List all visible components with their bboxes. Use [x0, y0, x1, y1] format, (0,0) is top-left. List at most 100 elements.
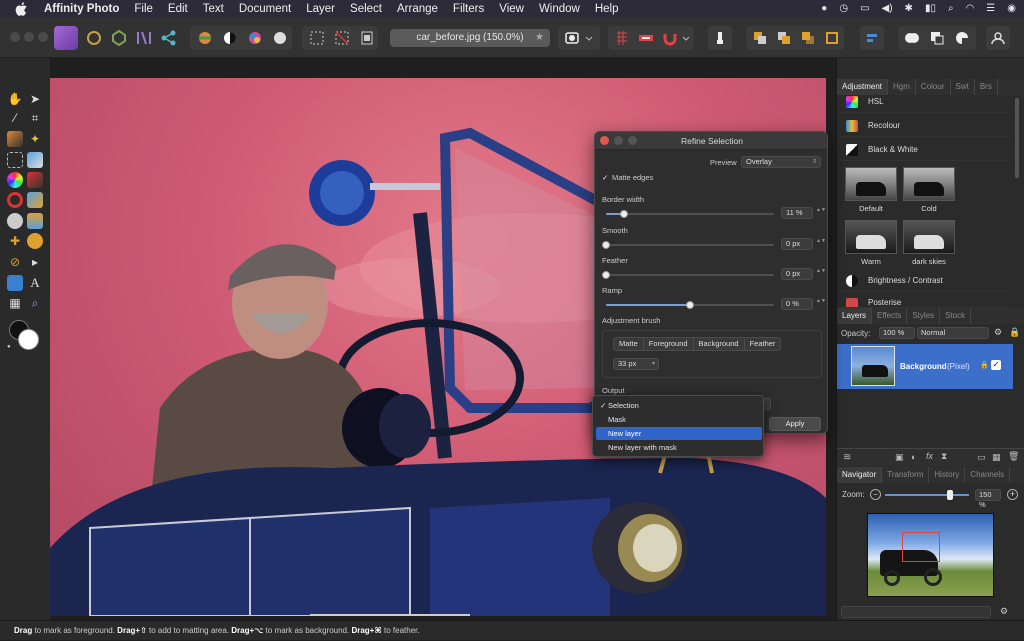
adjustment-brightness-contrast[interactable]: Brightness / Contrast [840, 270, 1010, 292]
preset-warm[interactable]: Warm [845, 220, 897, 266]
brush-mode-background[interactable]: Background [694, 338, 745, 350]
zoom-tool-icon[interactable]: ⌕ [27, 295, 43, 311]
move-to-back-icon[interactable] [748, 26, 772, 50]
slider-track[interactable] [602, 241, 774, 249]
slider-stepper-icon[interactable]: ▲▼ [816, 298, 826, 310]
add-icon[interactable] [900, 26, 924, 50]
preset-dark-skies[interactable]: dark skies [903, 220, 955, 266]
slider-knob[interactable] [602, 241, 610, 249]
auto-levels-icon[interactable] [193, 26, 217, 50]
volume-icon[interactable]: ◀) [882, 0, 893, 18]
marquee-tool-icon[interactable] [7, 152, 23, 168]
battery-icon[interactable]: ▮▯ [925, 0, 936, 18]
live-filter-icon[interactable]: ⧗ [941, 451, 947, 462]
navigator-gear-icon[interactable]: ⚙ [1000, 606, 1008, 617]
lock-icon[interactable]: 🔒 [1009, 327, 1020, 338]
trash-icon[interactable]: 🗑 [1008, 451, 1019, 462]
group-folder-icon[interactable]: ▭ [977, 452, 986, 463]
star-icon[interactable]: ★ [535, 29, 544, 47]
layer-settings-gear-icon[interactable]: ⚙ [994, 327, 1002, 338]
brush-mode-matte[interactable]: Matte [614, 338, 644, 350]
screen-icon[interactable]: ▭ [860, 0, 869, 18]
view-tool-icon[interactable]: ⁄ [7, 110, 23, 126]
menu-help[interactable]: Help [595, 3, 619, 15]
auto-white-balance-icon[interactable] [268, 26, 292, 50]
reset-colours-icon[interactable]: ● [7, 344, 13, 350]
colour-picker-icon[interactable] [7, 172, 23, 188]
selection-brush-icon[interactable] [7, 192, 23, 208]
chevron-down-icon[interactable] [582, 26, 596, 50]
slider-value-field[interactable]: 11 % [781, 207, 813, 219]
menu-app-name[interactable]: Affinity Photo [44, 3, 119, 15]
auto-contrast-icon[interactable] [218, 26, 242, 50]
siri-icon[interactable]: ◉ [1007, 0, 1016, 18]
brush-options-icon[interactable] [708, 26, 732, 50]
layer-visibility-checkbox[interactable]: ✓ [991, 360, 1001, 370]
invert-selection-icon[interactable] [355, 26, 379, 50]
text-tool-icon[interactable]: A [27, 275, 43, 291]
apple-icon[interactable] [14, 2, 30, 16]
window-minimize-dot[interactable] [24, 32, 34, 42]
adjustment-scrollbar[interactable] [1015, 98, 1019, 178]
develop-persona-icon[interactable] [107, 26, 131, 50]
apply-button[interactable]: Apply [769, 417, 821, 431]
tab-stock[interactable]: Stock [940, 308, 972, 324]
tab-styles[interactable]: Styles [907, 308, 941, 324]
matte-edges-checkmark-icon[interactable]: ✓ [602, 173, 608, 182]
vpn-icon[interactable]: ● [821, 0, 827, 18]
brush-mode-foreground[interactable]: Foreground [644, 338, 694, 350]
auto-colours-icon[interactable] [243, 26, 267, 50]
magic-wand-icon[interactable]: ✦ [27, 131, 43, 147]
assistant-icon[interactable] [634, 26, 658, 50]
slider-value-field[interactable]: 0 px [781, 268, 813, 280]
slider-knob[interactable] [602, 271, 610, 279]
menu-filters[interactable]: Filters [453, 3, 484, 15]
menu-window[interactable]: Window [539, 3, 580, 15]
zoom-in-button[interactable]: + [1007, 489, 1018, 500]
slider-knob[interactable] [686, 301, 694, 309]
opacity-field[interactable]: 100 % [879, 327, 915, 339]
tab-history[interactable]: History [929, 467, 966, 483]
window-close-dot[interactable] [10, 32, 20, 42]
quick-mask-icon[interactable] [560, 26, 584, 50]
mesh-warp-icon[interactable]: ▦ [7, 295, 23, 311]
menu-layer[interactable]: Layer [306, 3, 335, 15]
slider-track[interactable] [606, 301, 774, 309]
new-pixel-layer-icon[interactable]: ▦ [992, 452, 1001, 463]
red-eye-tool-icon[interactable]: ⊘ [7, 254, 23, 270]
tab-effects[interactable]: Effects [872, 308, 908, 324]
rectangle-tool-icon[interactable] [7, 275, 23, 291]
mask-layer-icon[interactable]: ▣ [895, 452, 904, 463]
healing-brush-icon[interactable]: ✚ [7, 233, 23, 249]
zoom-out-button[interactable]: − [870, 489, 881, 500]
slider-stepper-icon[interactable]: ▲▼ [816, 238, 826, 250]
preview-select[interactable]: Overlay ⇕ [741, 156, 821, 168]
zoom-field[interactable]: 150 % [975, 489, 1001, 509]
hand-tool-icon[interactable]: ✋ [7, 91, 23, 107]
output-option-new-layer[interactable]: New layer [596, 427, 762, 440]
menu-document[interactable]: Document [239, 3, 291, 15]
adjustment-black-white[interactable]: Black & White [840, 139, 1010, 161]
menu-edit[interactable]: Edit [168, 3, 188, 15]
blemish-tool-icon[interactable] [27, 233, 43, 249]
matte-edges-label[interactable]: Matte edges [612, 173, 653, 182]
move-to-front-icon[interactable] [820, 26, 844, 50]
intersect-icon[interactable] [950, 26, 974, 50]
time-machine-icon[interactable]: ◷ [839, 0, 848, 18]
bluetooth-icon[interactable]: ✱ [905, 0, 913, 18]
adjustment-hsl[interactable]: HSL [840, 91, 1010, 113]
move-back-one-icon[interactable] [772, 26, 796, 50]
brush-tool-icon[interactable] [27, 172, 43, 188]
smudge-tool-icon[interactable] [27, 192, 43, 208]
output-option-selection[interactable]: ✓ Selection [596, 399, 762, 412]
tab-navigator[interactable]: Navigator [837, 467, 883, 483]
layer-lock-icon[interactable]: 🔒 [980, 361, 989, 369]
menu-view[interactable]: View [499, 3, 524, 15]
secondary-colour-swatch[interactable] [18, 329, 39, 350]
preset-default[interactable]: Default [845, 167, 897, 213]
fx-icon[interactable]: fx [926, 451, 933, 461]
slider-track[interactable] [606, 210, 774, 218]
zoom-slider-knob[interactable] [947, 490, 953, 500]
output-select-edge[interactable] [763, 398, 771, 410]
menu-arrange[interactable]: Arrange [397, 3, 438, 15]
